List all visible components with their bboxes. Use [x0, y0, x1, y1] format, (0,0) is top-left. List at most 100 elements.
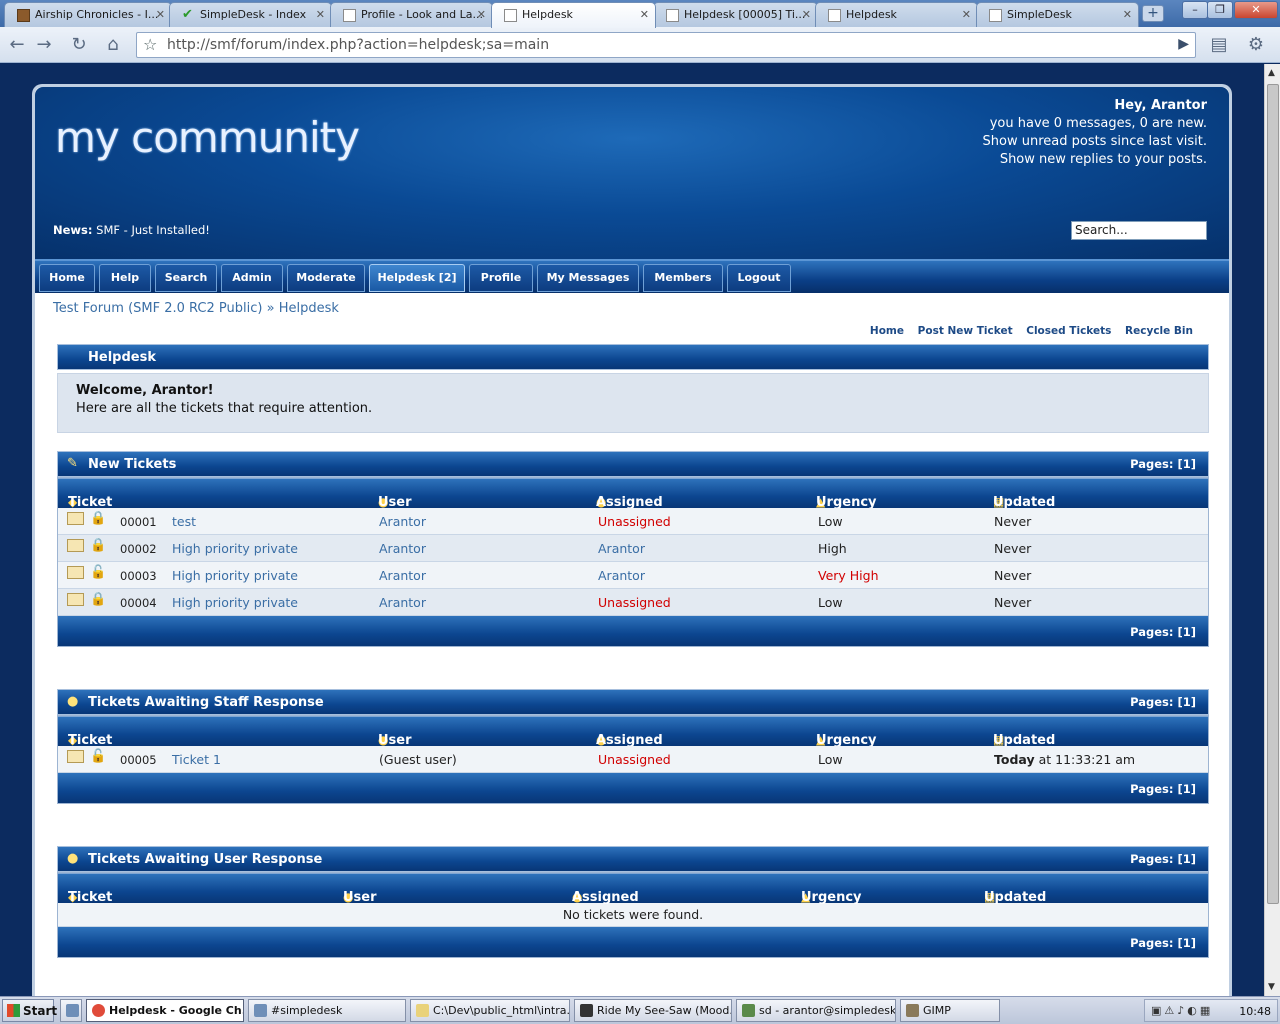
menu-members[interactable]: Members [643, 264, 723, 292]
scroll-down-icon[interactable]: ▼ [1268, 982, 1275, 992]
close-icon[interactable]: ✕ [156, 8, 165, 21]
clock[interactable]: 10:48 [1239, 1005, 1271, 1018]
browser-tab-active[interactable]: Helpdesk ✕ [491, 2, 656, 28]
menu-moderate[interactable]: Moderate [287, 264, 365, 292]
wrench-icon[interactable]: ⚙ [1240, 32, 1272, 58]
quicklaunch-ie-icon[interactable] [60, 999, 82, 1022]
pages-indicator[interactable]: Pages: [1] [1130, 936, 1196, 950]
table-row[interactable]: 🔒 00001 test Arantor Unassigned Low Neve… [58, 508, 1208, 535]
new-replies-link[interactable]: Show new replies to your posts. [983, 151, 1207, 169]
col-label: Updated [984, 890, 1047, 905]
column-header-row: ◆ Ticket ● User ● Assigned ▲ Urgency ▦ Update… [58, 873, 1208, 905]
close-icon[interactable]: ✕ [802, 8, 811, 21]
vertical-scrollbar[interactable]: ▲ ▼ [1264, 64, 1280, 996]
maximize-button[interactable]: ❐ [1207, 1, 1233, 19]
table-row[interactable]: 🔒 00004 High priority private Arantor Un… [58, 589, 1208, 616]
close-icon[interactable]: ✕ [1123, 8, 1132, 21]
menu-my-messages[interactable]: My Messages [537, 264, 639, 292]
forward-arrow-icon[interactable]: → [31, 32, 57, 58]
browser-tab[interactable]: Airship Chronicles - I... ✕ [4, 2, 172, 27]
section-title: Tickets Awaiting User Response [88, 852, 323, 867]
taskbar-button-irc[interactable]: #simpledesk [248, 999, 406, 1022]
taskbar-button-gimp[interactable]: GIMP [900, 999, 1000, 1022]
messages-link[interactable]: you have 0 messages, 0 are new. [983, 115, 1207, 133]
ticket-subject-link[interactable]: High priority private [172, 595, 298, 610]
menu-search[interactable]: Search [155, 264, 217, 292]
menu-profile[interactable]: Profile [469, 264, 533, 292]
taskbar-button-ssh[interactable]: sd - arantor@simpledesk... [736, 999, 896, 1022]
menu-home[interactable]: Home [39, 264, 95, 292]
taskbar-button-chrome[interactable]: Helpdesk - Google Ch... [86, 999, 244, 1022]
pages-indicator[interactable]: Pages: [1] [1130, 852, 1196, 866]
browser-tab[interactable]: SimpleDesk ✕ [976, 2, 1139, 27]
scrollbar-thumb[interactable] [1267, 84, 1279, 904]
taskbar-label: Ride My See-Saw (Mood... [597, 1004, 732, 1017]
ticket-subject-link[interactable]: Ticket 1 [172, 752, 221, 767]
sublink-post-new-ticket[interactable]: Post New Ticket [918, 325, 1013, 337]
ticket-user-link[interactable]: Arantor [379, 595, 426, 610]
taskbar-button-editor[interactable]: C:\Dev\public_html\intra... [410, 999, 570, 1022]
search-input[interactable]: Search... [1071, 221, 1207, 240]
taskbar-label: C:\Dev\public_html\intra... [433, 1004, 570, 1017]
taskbar-button-media[interactable]: Ride My See-Saw (Mood... [574, 999, 732, 1022]
section-title: Tickets Awaiting Staff Response [88, 695, 324, 710]
unread-posts-link[interactable]: Show unread posts since last visit. [983, 133, 1207, 151]
ticket-user-link[interactable]: Arantor [379, 568, 426, 583]
breadcrumb-separator: » [266, 301, 275, 316]
ticket-assigned-link[interactable]: Arantor [598, 568, 645, 583]
go-arrow-icon[interactable]: ▶ [1178, 36, 1189, 52]
pages-indicator[interactable]: Pages: [1] [1130, 782, 1196, 796]
pages-indicator[interactable]: Pages: [1] [1130, 695, 1196, 709]
sublink-closed-tickets[interactable]: Closed Tickets [1026, 325, 1111, 337]
table-row[interactable]: 🔓 00003 High priority private Arantor Ar… [58, 562, 1208, 589]
page-viewport: my community Hey, Arantor you have 0 mes… [0, 64, 1264, 996]
table-footer: Pages: [1] [58, 616, 1208, 646]
forum-frame: my community Hey, Arantor you have 0 mes… [32, 84, 1232, 996]
menu-admin[interactable]: Admin [221, 264, 283, 292]
ticket-subject-link[interactable]: High priority private [172, 541, 298, 556]
site-logo[interactable]: my community [55, 113, 360, 162]
page-menu-icon[interactable]: ▤ [1204, 32, 1234, 58]
ticket-assigned: Unassigned [598, 595, 671, 610]
scroll-up-icon[interactable]: ▲ [1268, 68, 1275, 78]
ticket-subject-link[interactable]: High priority private [172, 568, 298, 583]
browser-tab[interactable]: Helpdesk ✕ [815, 2, 978, 27]
close-window-button[interactable]: ✕ [1234, 1, 1278, 19]
taskbar-label: sd - arantor@simpledesk... [759, 1004, 896, 1017]
sublink-recycle-bin[interactable]: Recycle Bin [1125, 325, 1193, 337]
ticket-user-link[interactable]: Arantor [379, 541, 426, 556]
ticket-assigned-link[interactable]: Arantor [598, 541, 645, 556]
back-arrow-icon[interactable]: ← [4, 32, 30, 58]
tray-icons[interactable]: ▣⚠♪◐▦ [1151, 1004, 1213, 1017]
close-icon[interactable]: ✕ [477, 8, 486, 21]
ticket-subject-link[interactable]: test [172, 514, 196, 529]
close-icon[interactable]: ✕ [316, 8, 325, 21]
menu-logout[interactable]: Logout [727, 264, 791, 292]
pages-indicator[interactable]: Pages: [1] [1130, 625, 1196, 639]
tab-title: Profile - Look and La... [361, 8, 483, 21]
table-row[interactable]: 🔓 00005 Ticket 1 (Guest user) Unassigned… [58, 746, 1208, 773]
reload-icon[interactable]: ↻ [66, 32, 92, 58]
close-icon[interactable]: ✕ [962, 8, 971, 21]
table-row[interactable]: 🔒 00002 High priority private Arantor Ar… [58, 535, 1208, 562]
breadcrumb-helpdesk-link[interactable]: Helpdesk [279, 301, 339, 316]
browser-tab[interactable]: Helpdesk [00005] Ti... ✕ [653, 2, 818, 27]
page-icon [828, 9, 841, 22]
pages-indicator[interactable]: Pages: [1] [1130, 457, 1196, 471]
browser-tab[interactable]: ✔ SimpleDesk - Index ✕ [169, 2, 332, 27]
start-button[interactable]: Start [2, 999, 57, 1022]
address-bar[interactable]: ☆ http://smf/forum/index.php?action=help… [136, 32, 1196, 58]
page-icon [666, 9, 679, 22]
menu-helpdesk[interactable]: Helpdesk [2] [369, 264, 465, 292]
bookmark-star-icon[interactable]: ☆ [143, 35, 157, 54]
sublink-home[interactable]: Home [870, 325, 904, 337]
new-tab-button[interactable]: + [1142, 5, 1164, 22]
home-icon[interactable]: ⌂ [100, 32, 126, 58]
browser-tab[interactable]: Profile - Look and La... ✕ [330, 2, 493, 27]
minimize-button[interactable]: – [1182, 1, 1208, 19]
menu-help[interactable]: Help [99, 264, 151, 292]
breadcrumb-forum-link[interactable]: Test Forum (SMF 2.0 RC2 Public) [53, 301, 262, 316]
close-icon[interactable]: ✕ [640, 8, 649, 21]
ticket-user-link[interactable]: Arantor [379, 514, 426, 529]
url-text[interactable]: http://smf/forum/index.php?action=helpde… [167, 37, 549, 53]
